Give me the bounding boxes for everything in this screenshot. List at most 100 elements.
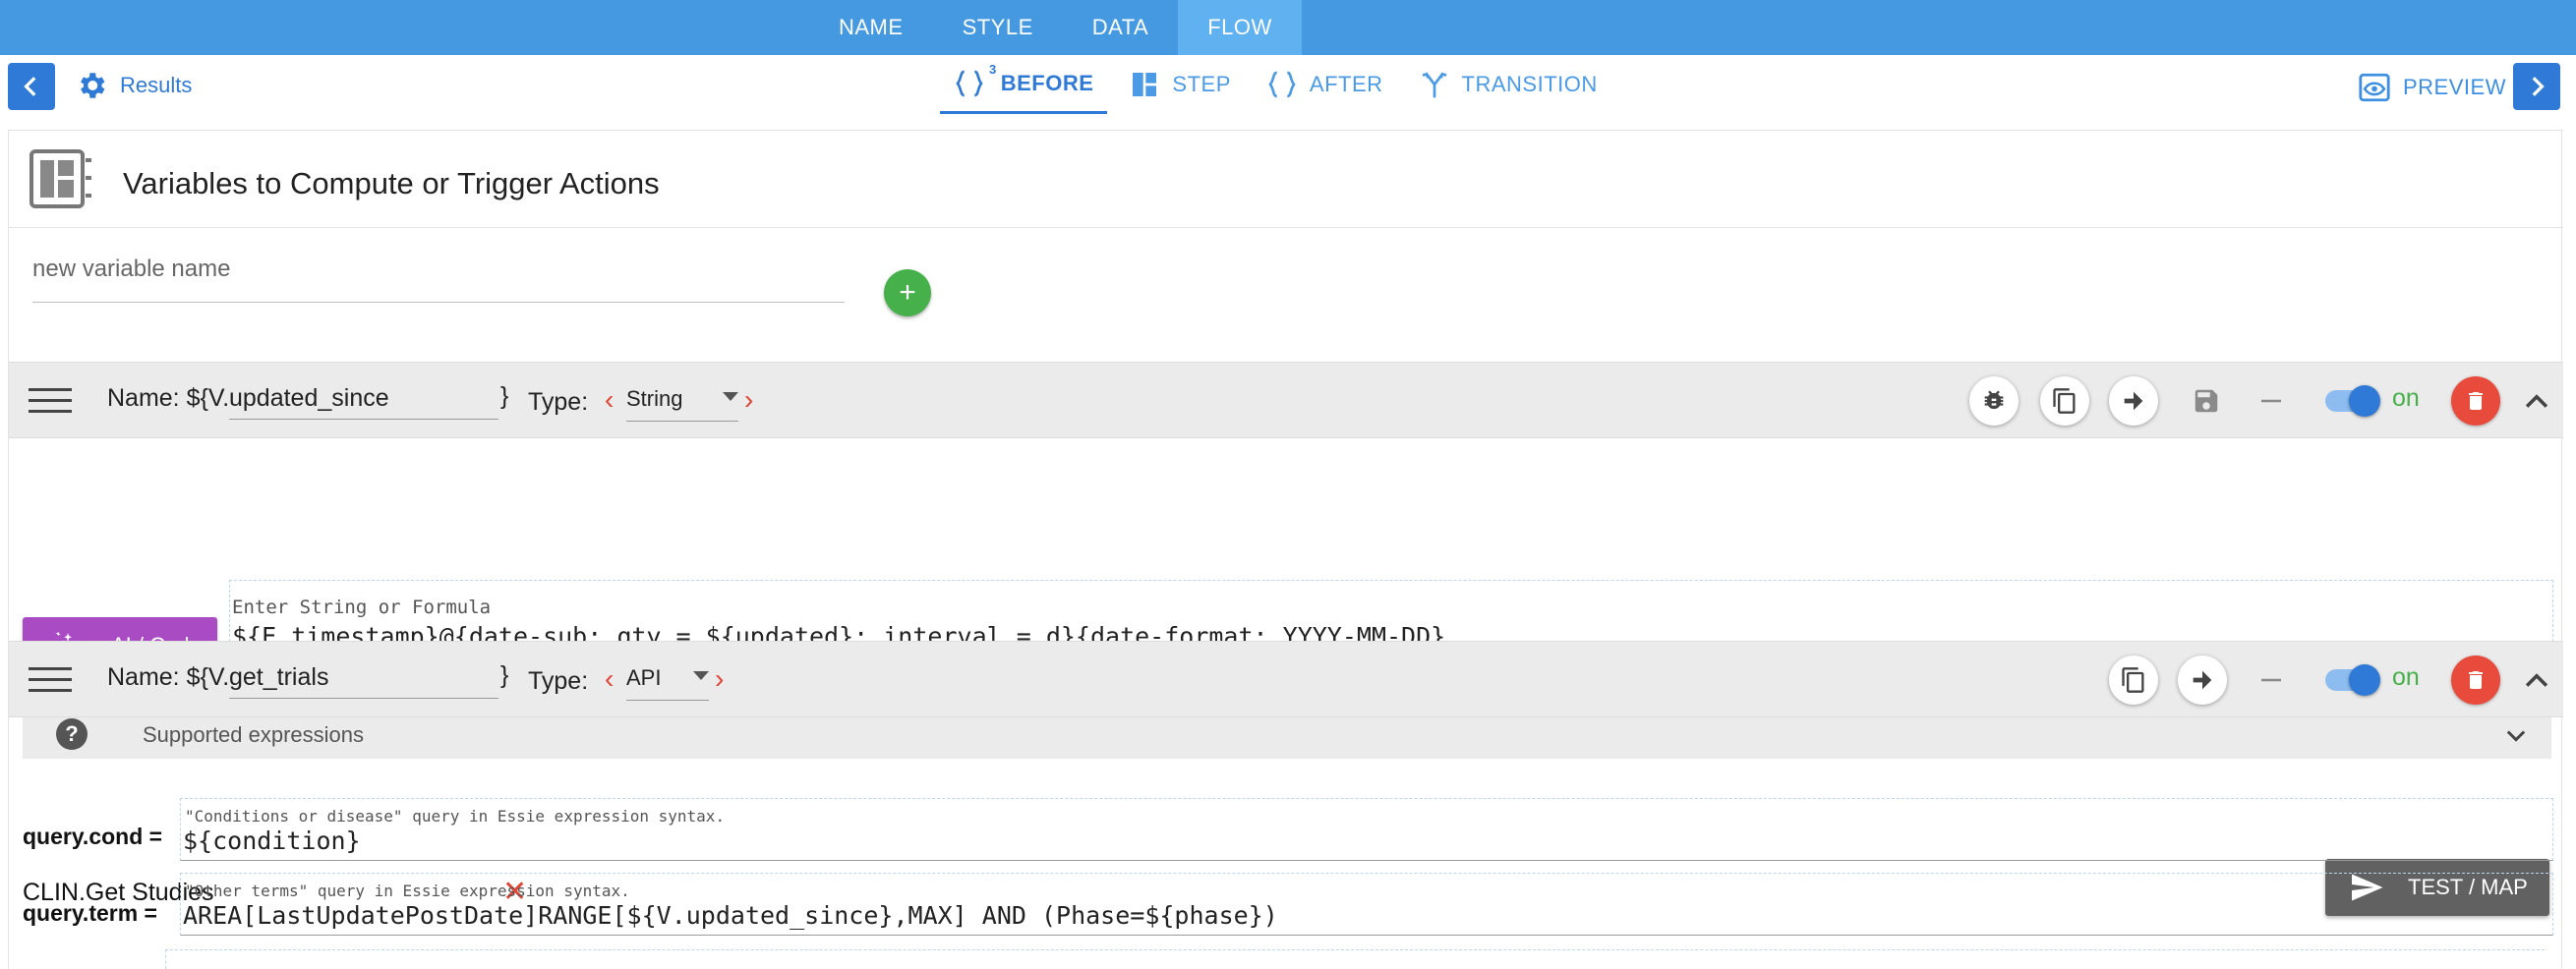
tab-after-label: AFTER [1309, 72, 1383, 96]
name-label: Name: ${V. [107, 384, 230, 412]
tab-after[interactable]: AFTER [1253, 55, 1397, 114]
enabled-toggle[interactable] [2325, 385, 2380, 417]
tab-style[interactable]: STYLE [933, 0, 1063, 55]
tab-step[interactable]: STEP [1115, 55, 1244, 114]
arrow-right-icon [2124, 391, 2143, 411]
tab-transition[interactable]: TRANSITION [1405, 55, 1611, 114]
results-label: Results [120, 73, 193, 97]
supported-expressions-label: Supported expressions [143, 722, 365, 747]
panel-header: Variables to Compute or Trigger Actions [9, 130, 2563, 228]
param-input[interactable]: "Conditions or disease" query in Essie e… [180, 798, 2553, 861]
variable-header: Name: ${V. get_trials } Type: ‹ API › on [9, 641, 2563, 717]
copy-icon [2053, 388, 2076, 414]
tab-data[interactable]: DATA [1063, 0, 1178, 55]
chevron-right-icon [2532, 77, 2545, 96]
type-next-icon[interactable]: › [744, 384, 753, 416]
param-hint: "Other terms" query in Essie expression … [185, 882, 630, 900]
chevron-left-icon [24, 77, 36, 96]
drag-handle-icon[interactable] [29, 667, 72, 695]
bug-icon [1984, 390, 2004, 410]
caret-down-icon [723, 392, 738, 401]
minus-icon [2261, 399, 2281, 403]
chevron-up-icon[interactable] [2520, 663, 2553, 697]
copy-icon [2122, 667, 2144, 693]
tab-name[interactable]: NAME [809, 0, 933, 55]
results-link[interactable]: Results [75, 69, 192, 102]
chevron-down-icon [2506, 730, 2526, 742]
formula-hint: Enter String or Formula [232, 597, 492, 618]
minimize-button[interactable] [2254, 663, 2288, 697]
toggle-state-label: on [2392, 663, 2420, 691]
preview-button[interactable]: PREVIEW [2358, 71, 2506, 104]
minus-icon [2261, 678, 2281, 682]
type-select[interactable]: String [626, 376, 738, 422]
braces-icon [956, 70, 983, 96]
help-icon: ? [56, 718, 88, 750]
param-value: ${condition} [183, 826, 361, 855]
tab-before[interactable]: 3 BEFORE [940, 55, 1108, 114]
variables-panel: Variables to Compute or Trigger Actions … [8, 130, 2563, 969]
arrow-right-icon [2193, 670, 2212, 690]
top-tabs: NAME STYLE DATA FLOW [809, 0, 1302, 55]
type-next-icon[interactable]: › [715, 663, 724, 695]
delete-button[interactable] [2451, 656, 2500, 705]
debug-button[interactable] [1969, 376, 2019, 426]
tab-transition-label: TRANSITION [1461, 72, 1598, 96]
braces-icon [1268, 71, 1296, 98]
flow-tabs: 3 BEFORE STEP AFTER TRANSITION [940, 55, 1619, 116]
eye-icon [2359, 73, 2390, 102]
minimize-button[interactable] [2254, 384, 2288, 418]
toggle-knob [2349, 385, 2380, 417]
page-title: Variables to Compute or Trigger Actions [123, 166, 660, 200]
tab-flow[interactable]: FLOW [1178, 0, 1302, 55]
type-value: API [626, 665, 662, 690]
delete-button[interactable] [2451, 376, 2500, 426]
toggle-knob [2349, 664, 2380, 696]
trash-icon [2469, 392, 2483, 410]
name-close-brace: } [500, 382, 509, 410]
type-prev-icon[interactable]: ‹ [605, 663, 614, 695]
type-prev-icon[interactable]: ‹ [605, 384, 614, 416]
layout-icon [1133, 73, 1157, 96]
tab-step-label: STEP [1172, 72, 1231, 96]
drag-handle-icon[interactable] [29, 388, 72, 416]
top-nav: NAME STYLE DATA FLOW [0, 0, 2576, 55]
param-label: query.cond = [23, 824, 163, 849]
param-value: AREA[LastUpdatePostDate]RANGE[${V.update… [183, 901, 1278, 930]
variable-name-input[interactable]: get_trials [229, 656, 498, 699]
variable-name-input[interactable]: updated_since [229, 376, 498, 420]
dashboard-icon [29, 149, 91, 208]
new-variable-input[interactable] [32, 250, 845, 289]
param-input[interactable]: "Other terms" query in Essie expression … [180, 873, 2553, 936]
save-button[interactable] [2190, 384, 2223, 418]
name-close-brace: } [500, 661, 509, 689]
duplicate-button[interactable] [2040, 376, 2089, 426]
move-button[interactable] [2178, 656, 2227, 705]
next-button[interactable] [2513, 63, 2560, 110]
enabled-toggle[interactable] [2325, 664, 2380, 696]
fork-icon [1422, 72, 1446, 98]
type-label: Type: [528, 667, 589, 695]
chevron-up-icon[interactable] [2520, 384, 2553, 418]
type-value: String [626, 386, 683, 411]
move-button[interactable] [2109, 376, 2158, 426]
name-label: Name: ${V. [107, 663, 230, 691]
param-label: query.term = [23, 900, 157, 926]
before-badge: 3 [989, 62, 997, 77]
preview-label: PREVIEW [2403, 75, 2506, 99]
duplicate-button[interactable] [2109, 656, 2158, 705]
param-hint: "Conditions or disease" query in Essie e… [185, 807, 726, 826]
previous-button[interactable] [8, 63, 55, 110]
tab-before-label: BEFORE [1000, 70, 1094, 95]
trash-icon [2469, 671, 2483, 689]
new-variable-field [32, 250, 845, 303]
toggle-state-label: on [2392, 384, 2420, 412]
add-variable-button[interactable]: + [884, 269, 931, 316]
save-icon [2195, 389, 2218, 413]
gear-icon [81, 73, 105, 98]
variable-header: Name: ${V. updated_since } Type: ‹ Strin… [9, 362, 2563, 438]
param-input[interactable] [165, 949, 2545, 969]
type-select[interactable]: API [626, 656, 709, 701]
caret-down-icon [693, 671, 709, 680]
type-label: Type: [528, 388, 589, 416]
